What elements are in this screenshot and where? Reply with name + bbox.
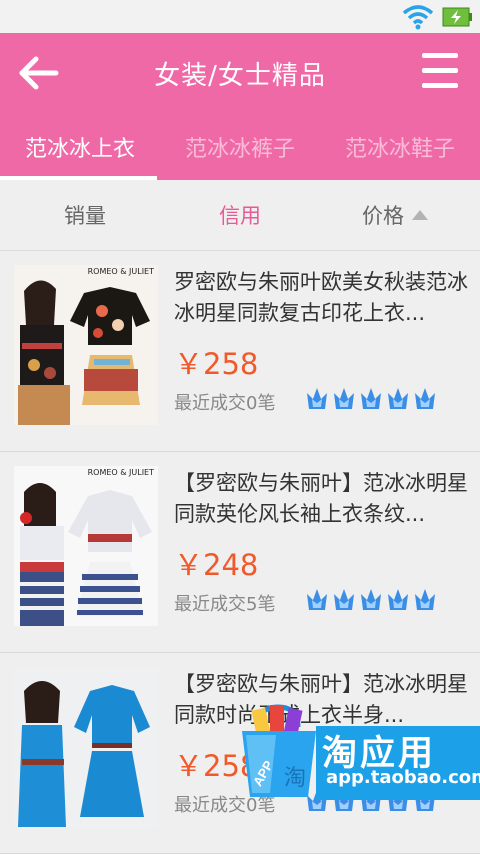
crown-icon <box>334 589 354 610</box>
page-title: 女装/女士精品 <box>154 61 326 91</box>
sort-up-icon <box>412 210 428 220</box>
crown-icon <box>415 388 435 409</box>
seller-rating <box>306 586 436 612</box>
wifi-icon <box>402 5 434 30</box>
product-sold-count: 最近成交0笔 <box>174 393 276 414</box>
product-sold-count: 最近成交5笔 <box>174 594 276 615</box>
product-brand-label: ROMEO & JULIET <box>87 267 154 276</box>
crown-icon <box>334 388 354 409</box>
sort-credit-label: 信用 <box>219 204 261 228</box>
sort-by-sales[interactable]: 销量 <box>0 180 170 250</box>
product-price: ￥258 <box>174 347 259 381</box>
crown-icon <box>388 589 408 610</box>
seller-rating <box>306 385 436 411</box>
product-title: 罗密欧与朱丽叶欧美女秋装范冰冰明星同款复古印花上衣... <box>174 270 468 325</box>
sort-sales-label: 销量 <box>64 204 106 228</box>
product-item[interactable]: ROMEO & JULIET 【罗密欧与朱丽叶】范冰冰明星同款英伦风长袖上衣条纹… <box>0 452 480 653</box>
tab-tops[interactable]: 范冰冰上衣 <box>0 113 160 180</box>
battery-icon <box>442 7 472 27</box>
product-item[interactable]: ROMEO & JULIET 罗密欧与朱丽叶欧美女秋装范冰冰明星同款复古印花上衣… <box>0 251 480 452</box>
crown-icon <box>361 388 381 409</box>
shopping-bag-icon: APP 淘 <box>242 704 316 797</box>
taobao-app-badge[interactable]: 淘应用 app.taobao.com APP 淘 <box>236 701 480 800</box>
crown-icon <box>388 388 408 409</box>
product-price: ￥248 <box>174 548 259 582</box>
crown-icon <box>307 589 327 610</box>
status-bar <box>0 0 480 33</box>
menu-icon[interactable] <box>422 53 458 93</box>
tab-pants[interactable]: 范冰冰裤子 <box>160 113 320 180</box>
crown-icon <box>361 589 381 610</box>
sort-by-price[interactable]: 价格 <box>310 180 480 250</box>
category-tabs: 范冰冰上衣 范冰冰裤子 范冰冰鞋子 <box>0 113 480 180</box>
sort-price-label: 价格 <box>362 204 404 228</box>
sort-by-credit[interactable]: 信用 <box>170 180 310 250</box>
product-brand-label: ROMEO & JULIET <box>87 468 154 477</box>
taobao-badge-url: app.taobao.com <box>326 767 480 788</box>
app-bar: 女装/女士精品 <box>0 33 480 113</box>
sort-bar: 销量 信用 价格 <box>0 180 480 251</box>
product-image <box>14 667 158 827</box>
tab-shoes[interactable]: 范冰冰鞋子 <box>320 113 480 180</box>
bag-char-label: 淘 <box>284 766 306 791</box>
crown-icon <box>307 388 327 409</box>
product-image: ROMEO & JULIET <box>14 466 158 626</box>
status-icons <box>402 4 472 30</box>
crown-icon <box>415 589 435 610</box>
product-image: ROMEO & JULIET <box>14 265 158 425</box>
product-title: 【罗密欧与朱丽叶】范冰冰明星同款英伦风长袖上衣条纹... <box>174 471 468 526</box>
